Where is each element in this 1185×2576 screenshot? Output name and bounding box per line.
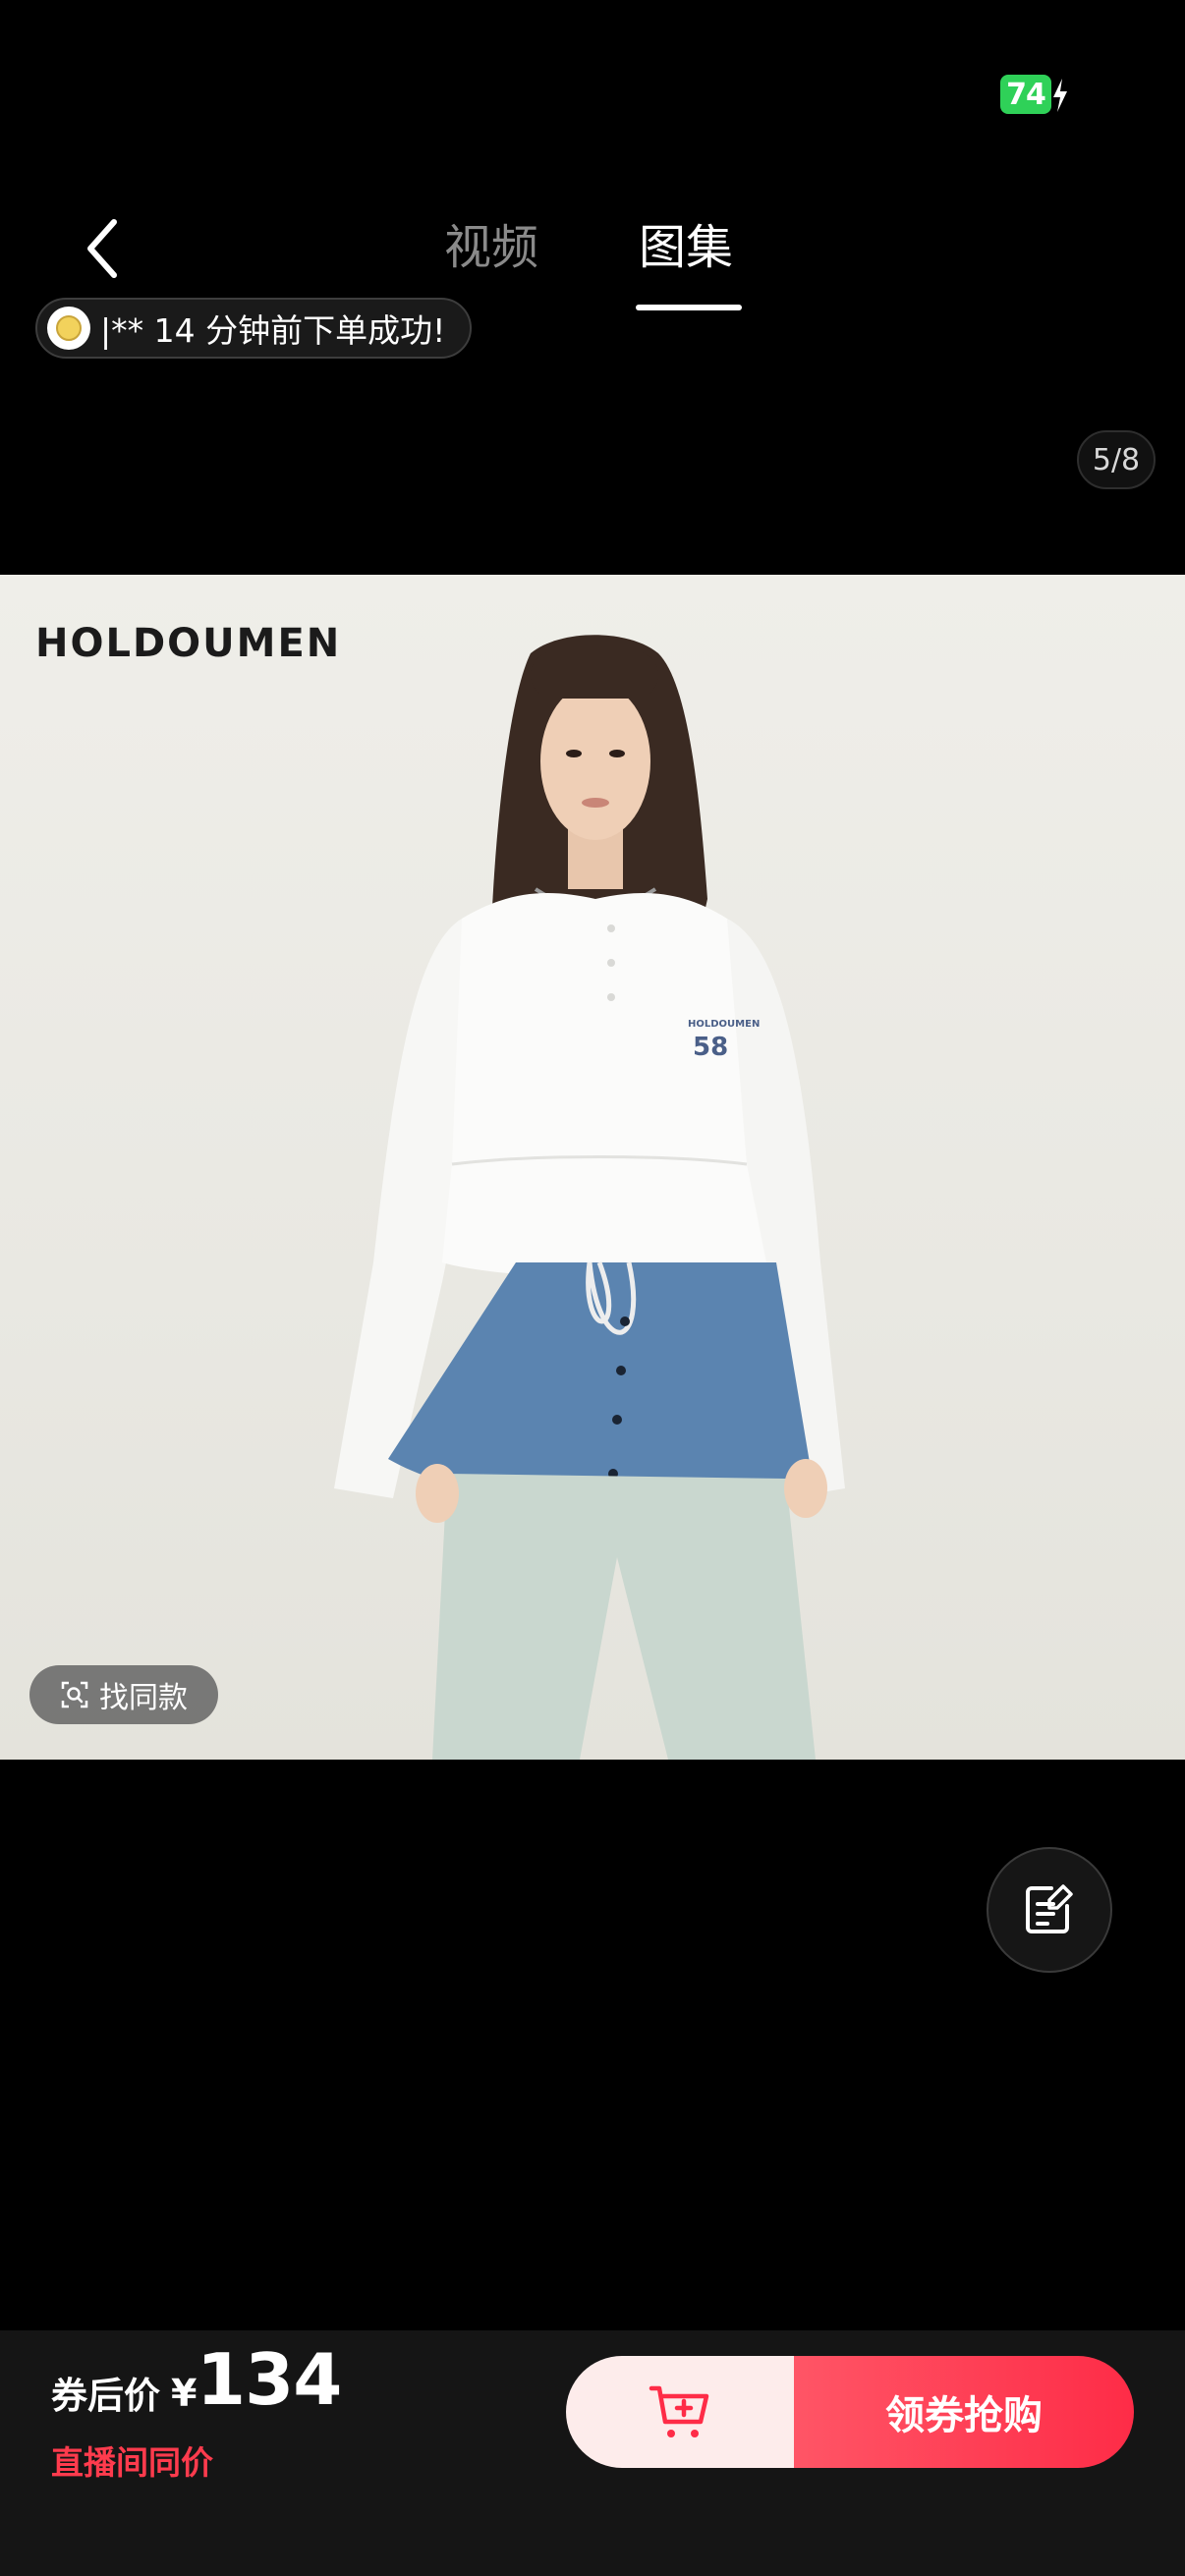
bolt-icon <box>1053 79 1067 112</box>
ticker-text: |** 14 分钟前下单成功! <box>100 311 446 350</box>
svg-text:58: 58 <box>693 1033 728 1062</box>
image-counter: 5/8 <box>1077 430 1156 489</box>
add-to-cart-button[interactable] <box>566 2356 794 2468</box>
note-button[interactable] <box>987 1847 1112 1973</box>
buy-now-label: 领券抢购 <box>885 2393 1043 2438</box>
currency-symbol: ¥ <box>171 2372 198 2415</box>
product-image[interactable]: HOLDOUMEN HOLDOUMEN 58 找同款 <box>0 575 1185 1760</box>
price-label: 券后价 <box>51 2375 160 2417</box>
price-value: 134 <box>197 2338 342 2421</box>
order-ticker: |** 14 分钟前下单成功! <box>35 298 472 359</box>
note-edit-icon <box>1026 1884 1073 1933</box>
tab-album[interactable]: 图集 <box>639 214 733 281</box>
cart-add-icon <box>649 2385 709 2437</box>
find-same-label: 找同款 <box>99 1681 188 1715</box>
tab-active-underline <box>636 305 742 310</box>
tab-video[interactable]: 视频 <box>444 214 538 281</box>
model-illustration: HOLDOUMEN 58 <box>334 635 845 1760</box>
live-price-label: 直播间同价 <box>51 2443 213 2482</box>
back-chevron-icon[interactable] <box>79 214 128 283</box>
find-same-button[interactable]: 找同款 <box>29 1665 218 1724</box>
scan-search-icon <box>61 1681 88 1708</box>
battery-indicator: 74 <box>1000 75 1051 114</box>
svg-text:HOLDOUMEN: HOLDOUMEN <box>688 1019 760 1030</box>
avatar <box>47 307 90 350</box>
buy-now-button[interactable]: 领券抢购 <box>794 2356 1134 2468</box>
